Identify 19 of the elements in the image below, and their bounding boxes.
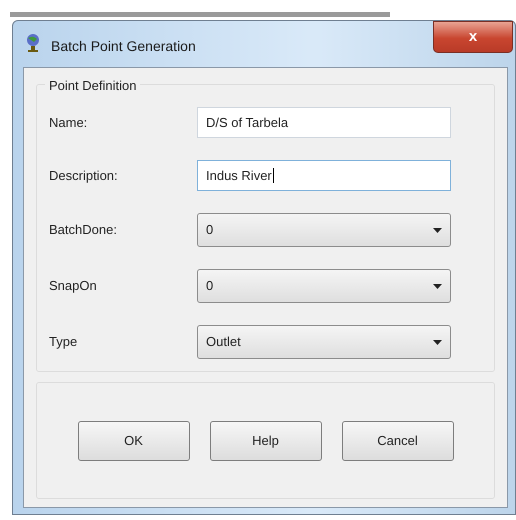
text-field[interactable]: Indus River — [197, 160, 451, 191]
field-label: BatchDone: — [48, 221, 118, 240]
dialog-button[interactable]: Cancel — [342, 420, 454, 460]
dropdown[interactable]: 0 — [197, 269, 451, 303]
field-label: Name: — [48, 114, 88, 132]
caret-icon — [433, 340, 442, 344]
caret-icon — [433, 228, 442, 232]
caret-icon — [433, 284, 442, 288]
dropdown[interactable]: Outlet — [197, 325, 451, 359]
field-label: Type — [48, 333, 78, 352]
dropdown[interactable]: 0 — [197, 213, 451, 247]
dialog-button[interactable]: OK — [78, 420, 190, 460]
field-label: Description: — [48, 166, 119, 185]
window-title: Batch Point Generation — [51, 37, 197, 56]
close-button[interactable]: x — [433, 21, 513, 53]
field-label: SnapOn — [48, 277, 98, 296]
globe-icon — [25, 33, 41, 53]
text-field[interactable]: D/S of Tarbela — [197, 107, 451, 138]
dialog-button[interactable]: Help — [210, 420, 322, 460]
